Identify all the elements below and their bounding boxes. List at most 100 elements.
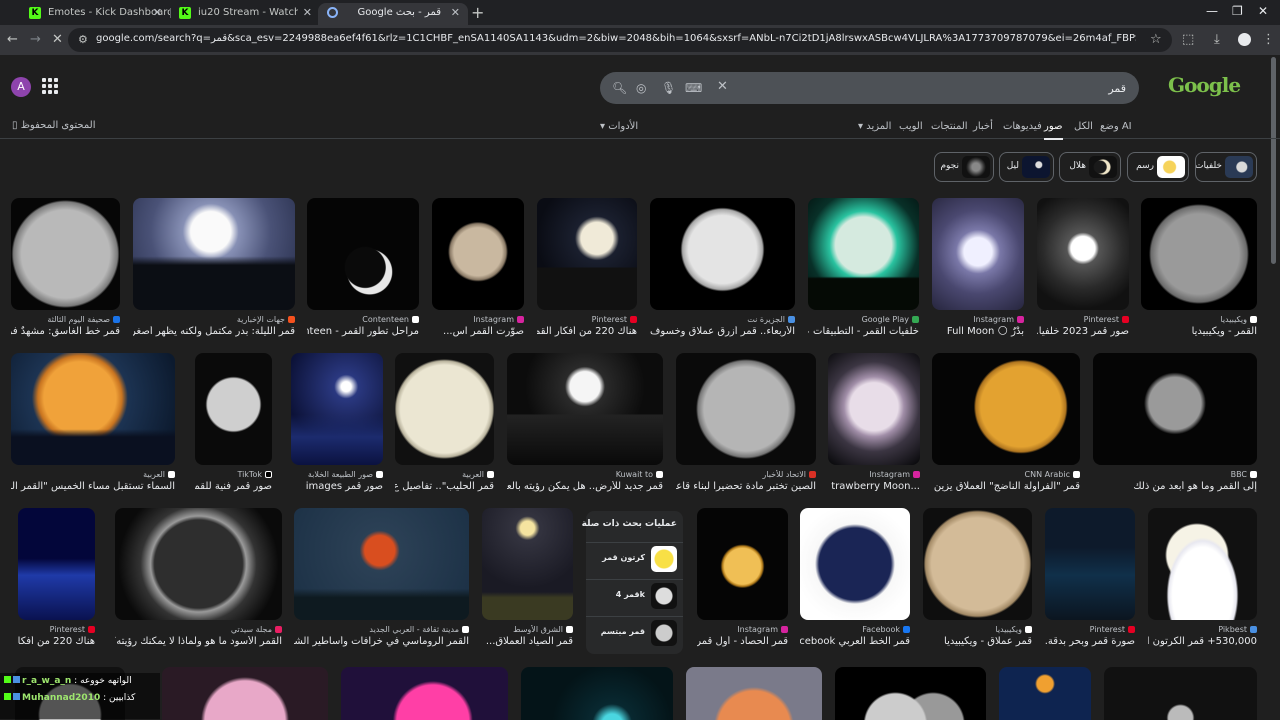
result-image[interactable] [1148,508,1257,620]
result-title[interactable]: صور قمر 2023 خلفيا... [1037,326,1129,337]
maximize-icon[interactable]: ❐ [1232,4,1243,18]
result-source[interactable]: ويكيبيديا [1141,315,1257,324]
chip-night[interactable]: ليل [999,152,1054,182]
result-source[interactable]: Instagram [432,315,524,324]
result-image[interactable] [1045,508,1135,620]
chip-wallpapers[interactable]: خلفيات [1195,152,1257,182]
result-title[interactable]: قمر "الفراولة الناضج" العملاق يزين السما… [932,481,1080,492]
tab-news[interactable]: أخبار [973,121,993,132]
profile-icon[interactable] [1238,33,1251,46]
result-title[interactable]: خلفيات القمر - التطبيقات على... [808,326,919,337]
result-image[interactable] [1104,667,1257,720]
result-image[interactable] [808,198,919,310]
result-title[interactable]: القمر - ويكيبيديا [1141,326,1257,337]
chip-drawing[interactable]: رسم [1127,152,1189,182]
result-source[interactable]: مدينة ثقافة - العربي الجديد [294,625,469,634]
result-image[interactable] [162,667,328,720]
result-source[interactable]: العربية [11,470,175,479]
result-source[interactable]: مجلة سيدتي [115,625,282,634]
result-source[interactable]: Pinterest [537,315,637,324]
result-title[interactable]: مراحل تطور القمر - nteen... [307,326,419,337]
chip-stars[interactable]: نجوم [934,152,994,182]
result-image[interactable] [482,508,573,620]
result-title[interactable]: قمر الليلة: بدر مكتمل ولكنه يظهر أصغرا م… [133,326,295,337]
result-title[interactable]: الصين تختبر مادة تحضيرا لبناء قاعدة... [676,481,816,492]
search-input[interactable] [740,72,1132,104]
result-title[interactable]: قمر خط الغاسق: مشهدٌ فريدٌ... [11,326,120,337]
tab-ai-mode[interactable]: وضع AI [1100,121,1132,132]
result-title[interactable]: قمر الخط العربي acebook... [800,636,910,647]
result-image[interactable] [507,353,663,465]
address-bar[interactable]: ⚙ google.com/search?q=قمر&sca_esv=224998… [68,28,1172,52]
download-icon[interactable]: ⤓ [1214,32,1220,47]
result-title[interactable]: ...trawberry Moon [828,481,920,492]
close-icon[interactable]: ✕ [303,3,312,23]
result-title[interactable]: القمر الأسود ما هو ولماذا لا يمكنك رؤيته… [115,636,282,647]
back-arrow-icon[interactable]: ← [7,32,18,47]
result-image[interactable] [195,353,272,465]
result-source[interactable]: الاتحاد للأخبار [676,470,816,479]
result-source[interactable]: Facebook [800,625,910,634]
result-image[interactable] [932,353,1080,465]
result-image[interactable] [432,198,524,310]
result-image[interactable] [133,198,295,310]
result-source[interactable]: العربية [395,470,494,479]
result-title[interactable]: هناك 220 من أفكار القمر... [537,326,637,337]
result-title[interactable]: قمر الحليب".. تفاصيل ع... [395,481,494,492]
result-source[interactable]: TikTok [195,470,272,479]
tab-google-search[interactable]: قمر - بحث Google ✕ [318,3,468,25]
chip-crescent[interactable]: هلال [1059,152,1121,182]
result-source[interactable]: ويكيبيديا [923,625,1032,634]
result-source[interactable]: Pinterest [1045,625,1135,634]
result-image[interactable] [11,353,175,465]
tab-images[interactable]: صور [1044,121,1063,140]
tab-all[interactable]: الكل [1074,121,1093,132]
result-source[interactable]: صور الطبيعة الخلابة [291,470,383,479]
result-image[interactable] [650,198,795,310]
bookmark-star-icon[interactable]: ☆ [1150,32,1162,47]
result-title[interactable]: السماء تستقبل مساء الخميس "القمر البارد"… [11,481,175,492]
result-source[interactable]: Kuwait to [507,470,663,479]
result-source[interactable]: الشرق الأوسط [482,625,573,634]
result-title[interactable]: صورة قمر وبحر بدقة... [1045,636,1135,647]
window-close-icon[interactable]: ✕ [1258,4,1268,18]
result-image[interactable] [999,667,1091,720]
forward-arrow-icon[interactable]: → [30,32,41,47]
result-title[interactable]: صوّرت القمر اس... [432,326,524,337]
result-source[interactable]: CNN Arabic [932,470,1080,479]
result-source[interactable]: Pinterest [1037,315,1129,324]
result-image[interactable] [932,198,1024,310]
google-doodle-logo[interactable]: Google [1168,73,1241,97]
result-source[interactable]: Pinterest [18,625,95,634]
new-tab-icon[interactable]: + [471,3,484,22]
result-title[interactable]: صور قمر فنية للقمر تحت... [195,481,272,492]
close-icon[interactable]: ✕ [451,3,460,23]
related-item[interactable]: قمر 4k [586,579,683,611]
result-image[interactable] [1093,353,1257,465]
scrollbar[interactable] [1271,57,1276,264]
clear-icon[interactable]: ✕ [717,79,728,94]
result-title[interactable]: قمر الصياد العملاق... [482,636,573,647]
tab-kick-stream[interactable]: K iu20 Stream - Watch Live on Kick ✕ [170,3,320,25]
result-source[interactable]: Contenteen [307,315,419,324]
result-image[interactable] [1141,198,1257,310]
tab-products[interactable]: المنتجات [931,121,968,132]
url-text[interactable]: google.com/search?q=قمر&sca_esv=2249988e… [96,33,1136,44]
result-title[interactable]: هناك 220 من أفكار ال... [18,636,95,647]
result-source[interactable]: Instagram [932,315,1024,324]
extensions-icon[interactable]: ⬚ [1182,32,1194,47]
tab-more[interactable]: ▾ المزيد [858,121,891,132]
result-image[interactable] [18,508,95,620]
result-image[interactable] [697,508,788,620]
result-image[interactable] [291,353,383,465]
keyboard-icon[interactable]: ⌨ [685,80,702,96]
tab-kick-dashboard[interactable]: K Emotes - Kick Dashboard ✕ [20,3,170,25]
result-title[interactable]: قمر الحصاد - أول قمر... [697,636,788,647]
site-info-icon[interactable]: ⚙ [78,33,88,46]
result-image[interactable] [115,508,282,620]
result-image[interactable] [395,353,494,465]
result-image[interactable] [828,353,920,465]
result-title[interactable]: بدْرٌ 🌕 Full Moon [932,326,1024,337]
close-icon[interactable]: ✕ [153,3,162,23]
result-image[interactable] [307,198,419,310]
